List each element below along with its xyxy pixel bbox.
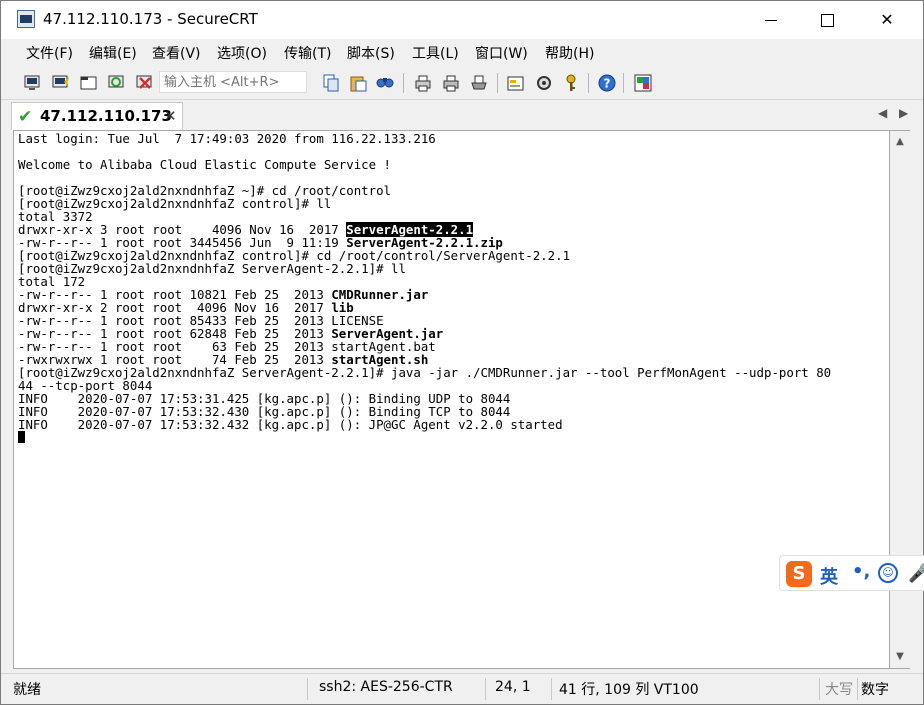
toolbar-separator [588, 73, 589, 93]
microphone-icon[interactable]: 🎤 [908, 563, 924, 584]
tab-scroll-right-icon[interactable]: ▶ [899, 106, 908, 120]
terminal-text: INFO 2020-07-07 17:53:32.432 [kg.apc.p] … [18, 417, 563, 432]
status-caps-lock: 大写 [825, 682, 853, 698]
close-button[interactable]: ✕ [859, 1, 915, 39]
reconnect-icon[interactable] [107, 73, 127, 93]
maximize-button[interactable] [799, 1, 855, 39]
status-divider [551, 678, 552, 700]
terminal-text: Last login: Tue Jul 7 17:49:03 2020 from… [18, 131, 436, 146]
status-terminal-size: 41 行, 109 列 VT100 [559, 682, 699, 698]
status-divider [307, 678, 308, 700]
paste-icon[interactable] [348, 73, 368, 93]
scroll-up-icon[interactable]: ▲ [890, 133, 910, 151]
status-bar: 就绪 ssh2: AES-256-CTR 24, 1 41 行, 109 列 V… [1, 673, 923, 704]
tab-scroll-left-icon[interactable]: ◀ [878, 106, 887, 120]
tab-close-icon[interactable]: ✕ [164, 107, 177, 125]
menu-window[interactable]: 窗口(W) [475, 43, 528, 63]
toolbar-separator [497, 73, 498, 93]
title-bar[interactable]: 47.112.110.173 - SecureCRT ✕ [1, 1, 923, 39]
disconnect-icon[interactable] [135, 73, 155, 93]
svg-text:?: ? [604, 77, 611, 91]
session-tab[interactable]: ✔ 47.112.110.173 ✕ [11, 102, 183, 130]
emoji-icon[interactable]: ☺ [878, 563, 898, 583]
status-protocol: ssh2: AES-256-CTR [319, 679, 453, 695]
host-input[interactable] [159, 71, 307, 93]
terminal-line: Last login: Tue Jul 7 17:49:03 2020 from… [18, 132, 831, 145]
terminal-output: Last login: Tue Jul 7 17:49:03 2020 from… [18, 132, 831, 444]
status-divider [819, 678, 820, 700]
securecrt-app-icon [17, 10, 35, 28]
status-num-lock: 数字 [861, 682, 889, 698]
menu-options[interactable]: 选项(O) [217, 43, 267, 63]
menu-transfer[interactable]: 传输(T) [284, 43, 331, 63]
ime-punctuation-toggle[interactable]: •, [852, 561, 870, 582]
sftp-icon[interactable] [633, 73, 653, 93]
window-title: 47.112.110.173 - SecureCRT [43, 10, 258, 28]
copy-icon[interactable] [321, 73, 341, 93]
terminal-line: [root@iZwz9cxoj2ald2nxndnhfaZ control]# … [18, 197, 831, 210]
menu-script[interactable]: 脚本(S) [347, 43, 395, 63]
tab-bar: ✔ 47.112.110.173 ✕ ◀ ▶ [1, 100, 923, 130]
print-icon[interactable] [441, 73, 461, 93]
toolbar: ? [1, 65, 923, 100]
close-icon: ✕ [880, 10, 894, 29]
terminal-line: [root@iZwz9cxoj2ald2nxndnhfaZ ServerAgen… [18, 262, 831, 275]
toolbar-separator [403, 73, 404, 93]
connect-tab-icon[interactable] [79, 73, 99, 93]
menu-file[interactable]: 文件(F) [26, 43, 73, 63]
terminal-line: INFO 2020-07-07 17:53:32.432 [kg.apc.p] … [18, 418, 831, 431]
ime-toolbar[interactable]: S 英 •, ☺ 🎤 [779, 555, 924, 591]
toolbar-separator [623, 73, 624, 93]
menu-bar: 文件(F) 编辑(E) 查看(V) 选项(O) 传输(T) 脚本(S) 工具(L… [1, 39, 923, 65]
securecrt-window: 47.112.110.173 - SecureCRT ✕ 文件(F) 编辑(E)… [0, 0, 924, 705]
menu-help[interactable]: 帮助(H) [545, 43, 594, 63]
print-setup-icon[interactable] [413, 73, 433, 93]
global-options-icon[interactable] [534, 73, 554, 93]
find-icon[interactable] [375, 73, 395, 93]
menu-view[interactable]: 查看(V) [152, 43, 201, 63]
maximize-icon [821, 14, 834, 27]
status-cursor-pos: 24, 1 [495, 679, 531, 695]
menu-tools[interactable]: 工具(L) [412, 43, 459, 63]
terminal-line: Welcome to Alibaba Cloud Elastic Compute… [18, 158, 831, 171]
session-tab-label: 47.112.110.173 [40, 107, 172, 125]
print-preview-icon[interactable] [469, 73, 489, 93]
sogou-logo-icon[interactable]: S [786, 561, 812, 587]
status-divider [857, 678, 858, 700]
status-ready: 就绪 [13, 682, 41, 698]
key-icon[interactable] [561, 73, 581, 93]
minimize-button[interactable] [743, 1, 799, 39]
terminal-screen[interactable]: Last login: Tue Jul 7 17:49:03 2020 from… [13, 130, 890, 669]
connect-icon[interactable] [23, 73, 43, 93]
terminal-text: Welcome to Alibaba Cloud Elastic Compute… [18, 157, 391, 172]
ime-language-toggle[interactable]: 英 [820, 563, 838, 589]
quick-connect-icon[interactable] [51, 73, 71, 93]
minimize-icon [765, 20, 777, 21]
terminal-cursor [18, 431, 25, 443]
scroll-down-icon[interactable]: ▼ [890, 648, 910, 666]
session-options-icon[interactable] [506, 73, 526, 93]
terminal-prompt-line [18, 431, 831, 444]
help-icon[interactable]: ? [597, 73, 617, 93]
connected-check-icon: ✔ [18, 107, 33, 127]
status-divider [485, 678, 486, 700]
menu-edit[interactable]: 编辑(E) [89, 43, 137, 63]
